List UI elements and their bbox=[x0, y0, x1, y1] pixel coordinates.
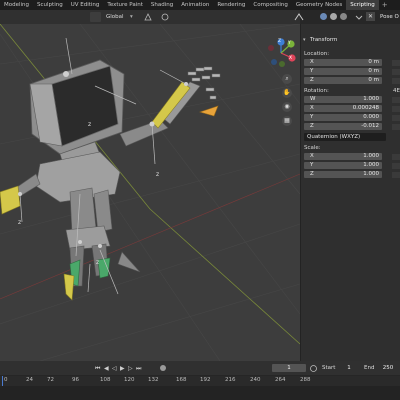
workspace-tab-texture-paint[interactable]: Texture Paint bbox=[103, 0, 147, 10]
lock-icon[interactable] bbox=[392, 106, 400, 112]
play-reverse-icon[interactable]: ◁ bbox=[112, 365, 117, 372]
workspace-tab-sculpting[interactable]: Sculpting bbox=[33, 0, 67, 10]
bone-selected bbox=[198, 105, 219, 117]
start-label: Start bbox=[322, 365, 336, 371]
scale-label: Scale: bbox=[304, 145, 321, 151]
svg-text:z: z bbox=[96, 259, 99, 266]
chevron-down-icon[interactable]: ▾ bbox=[303, 37, 306, 43]
svg-text:z: z bbox=[156, 171, 159, 178]
rotation-y-field[interactable]: Y 0.000 bbox=[304, 114, 382, 121]
gizmo-y-label: Y bbox=[288, 41, 291, 46]
chevron-down-icon[interactable] bbox=[354, 12, 364, 22]
transform-panel-title[interactable]: Transform bbox=[310, 37, 337, 43]
lock-icon[interactable] bbox=[392, 115, 400, 121]
close-icon[interactable]: ✕ bbox=[366, 12, 375, 21]
gizmo-x-label: X bbox=[289, 56, 293, 61]
camera-icon[interactable]: ◉ bbox=[282, 102, 292, 112]
chevron-down-icon[interactable]: ▾ bbox=[130, 12, 133, 22]
pose-options-tab[interactable]: Pose O bbox=[380, 12, 399, 22]
bone-heel bbox=[117, 251, 141, 273]
bone-toe-left bbox=[63, 273, 75, 301]
ruler-tick: 108 bbox=[100, 377, 111, 383]
robot-model bbox=[9, 59, 221, 287]
bone-left-arm bbox=[0, 185, 21, 215]
svg-text:z: z bbox=[18, 219, 21, 226]
workspace-tab-compositing[interactable]: Compositing bbox=[249, 0, 291, 10]
location-x-field[interactable]: X0 m bbox=[304, 59, 382, 66]
transform-pivot-button[interactable] bbox=[90, 12, 101, 22]
svg-text:z: z bbox=[88, 121, 91, 128]
x-axis-line bbox=[0, 173, 301, 300]
lock-icon[interactable] bbox=[392, 163, 400, 169]
lock-icon[interactable] bbox=[392, 78, 400, 84]
lock-icon[interactable] bbox=[392, 60, 400, 66]
scale-z-field[interactable]: Z 1.000 bbox=[304, 171, 382, 178]
record-icon[interactable] bbox=[160, 365, 166, 371]
rotation-mode-dropdown[interactable]: Quaternion (WXYZ) bbox=[304, 133, 386, 141]
ruler-tick: 96 bbox=[72, 377, 79, 383]
proportional-edit-icon[interactable] bbox=[160, 12, 170, 22]
rotation-label: Rotation: bbox=[304, 88, 329, 94]
pan-hand-icon[interactable]: ✋ bbox=[282, 88, 292, 98]
shading-rendered-icon[interactable] bbox=[340, 13, 347, 20]
workspace-tab-scripting[interactable]: Scripting bbox=[346, 0, 379, 10]
perspective-grid-icon[interactable]: ▦ bbox=[282, 116, 292, 126]
ruler-tick: 120 bbox=[124, 377, 135, 383]
rotation-side-label: 4E bbox=[393, 88, 400, 94]
shading-solid-icon[interactable] bbox=[320, 13, 327, 20]
rotation-x-field[interactable]: X 0.000248 bbox=[304, 105, 382, 112]
gizmo-z-label: Z bbox=[278, 39, 282, 44]
ruler-tick: 264 bbox=[275, 377, 286, 383]
prev-keyframe-icon[interactable]: ◀ bbox=[104, 365, 109, 372]
end-frame-field[interactable]: 250 bbox=[378, 364, 398, 372]
shading-material-icon[interactable] bbox=[330, 13, 337, 20]
workspace-tab-bar: Modeling Sculpting UV Editing Texture Pa… bbox=[0, 0, 400, 10]
scale-y-field[interactable]: Y 1.000 bbox=[304, 162, 382, 169]
workspace-tab-uv-editing[interactable]: UV Editing bbox=[67, 0, 104, 10]
current-frame-field[interactable]: 1 bbox=[272, 364, 306, 372]
lock-icon[interactable] bbox=[392, 97, 400, 103]
jump-end-icon[interactable]: ⏭ bbox=[136, 365, 141, 373]
start-frame-field[interactable]: 1 bbox=[340, 364, 358, 372]
orientation-dropdown[interactable]: Global bbox=[106, 12, 124, 22]
zoom-icon[interactable]: ⌕ bbox=[282, 74, 292, 84]
timeline-keyframe-area[interactable] bbox=[0, 386, 400, 400]
workspace-tab-geometry-nodes[interactable]: Geometry Nodes bbox=[292, 0, 346, 10]
lock-icon[interactable] bbox=[392, 154, 400, 160]
scale-x-field[interactable]: X 1.000 bbox=[304, 153, 382, 160]
workspace-tab-shading[interactable]: Shading bbox=[147, 0, 177, 10]
ruler-tick: 216 bbox=[225, 377, 236, 383]
play-icon[interactable]: ▶ bbox=[120, 365, 125, 372]
add-workspace-button[interactable]: + bbox=[379, 0, 391, 10]
jump-start-icon[interactable]: ⏮ bbox=[95, 365, 100, 373]
location-z-field[interactable]: Z0 m bbox=[304, 77, 382, 84]
rotation-w-field[interactable]: W 1.000 bbox=[304, 96, 382, 103]
workspace-tab-modeling[interactable]: Modeling bbox=[0, 0, 33, 10]
workspace-tab-animation[interactable]: Animation bbox=[177, 0, 213, 10]
bone-foot-right bbox=[97, 257, 111, 279]
ruler-tick: 72 bbox=[47, 377, 54, 383]
next-keyframe-icon[interactable]: ▷ bbox=[128, 365, 133, 372]
workspace-tab-rendering[interactable]: Rendering bbox=[213, 0, 249, 10]
overlay-icon[interactable] bbox=[294, 12, 304, 22]
lock-icon[interactable] bbox=[392, 172, 400, 178]
snap-icon[interactable] bbox=[143, 12, 153, 22]
ruler-tick: 24 bbox=[26, 377, 33, 383]
ruler-tick: 132 bbox=[148, 377, 159, 383]
ruler-tick: 0 bbox=[4, 377, 8, 383]
location-label: Location: bbox=[304, 51, 330, 57]
navigation-gizmo[interactable] bbox=[266, 38, 296, 128]
lock-icon[interactable] bbox=[392, 124, 400, 130]
location-y-field[interactable]: Y0 m bbox=[304, 68, 382, 75]
ruler-tick: 288 bbox=[300, 377, 311, 383]
end-label: End bbox=[364, 365, 375, 371]
ruler-tick: 240 bbox=[250, 377, 261, 383]
lock-icon[interactable] bbox=[392, 69, 400, 75]
ruler-tick: 192 bbox=[200, 377, 211, 383]
ruler-tick: 168 bbox=[176, 377, 187, 383]
clock-icon[interactable] bbox=[310, 365, 317, 372]
rotation-z-field[interactable]: Z -0.012 bbox=[304, 123, 382, 130]
